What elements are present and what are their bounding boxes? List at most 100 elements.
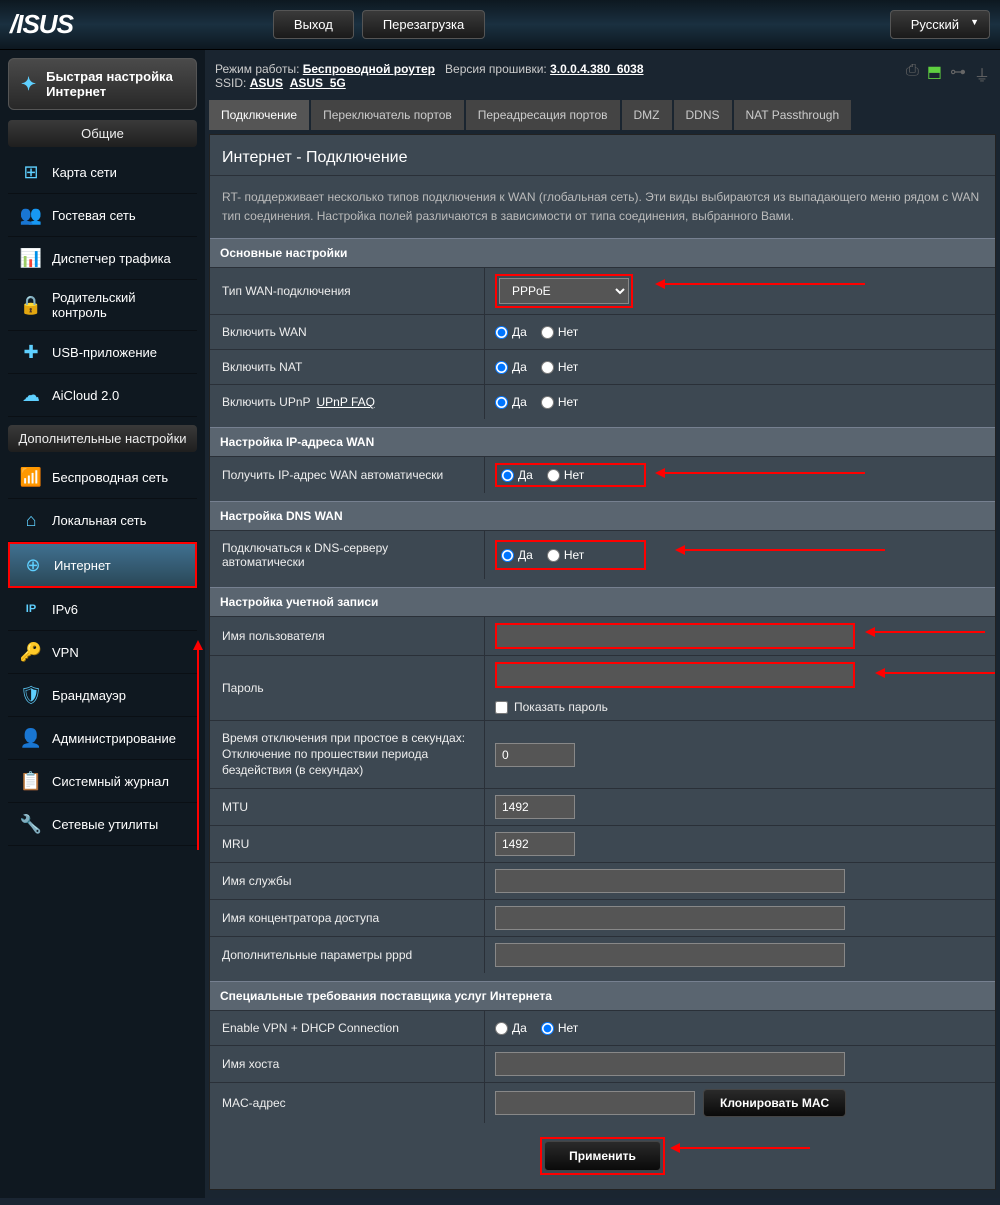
label-auto-dns: Подключаться к DNS-серверу автоматически: [210, 531, 485, 579]
ipv6-icon: IP: [20, 598, 42, 620]
plugin-icon: ✚: [20, 341, 42, 363]
quick-setup-button[interactable]: ✦ Быстрая настройка Интернет: [8, 58, 197, 110]
label-mtu: MTU: [210, 789, 485, 825]
tab-dmz[interactable]: DMZ: [622, 100, 672, 130]
wan-status-icon[interactable]: ⬒: [927, 62, 942, 86]
sidebar-item-internet[interactable]: ⊕Интернет: [8, 542, 197, 588]
log-icon: 📋: [20, 770, 42, 792]
language-select[interactable]: Русский: [890, 10, 990, 39]
sidebar-item-traffic-manager[interactable]: 📊Диспетчер трафика: [8, 237, 197, 280]
annotation-arrow: [875, 631, 985, 633]
usb-icon[interactable]: ⊶: [950, 62, 966, 86]
mac-input[interactable]: [495, 1091, 695, 1115]
tab-ddns[interactable]: DDNS: [674, 100, 732, 130]
show-password-label: Показать пароль: [514, 700, 608, 714]
sidebar-item-parental[interactable]: 🔒Родительский контроль: [8, 280, 197, 331]
info-text: Режим работы: Беспроводной роутер Версия…: [215, 62, 644, 90]
apply-button[interactable]: Применить: [544, 1141, 661, 1171]
qis-label: Быстрая настройка Интернет: [46, 69, 184, 99]
sidebar-item-nettools[interactable]: 🔧Сетевые утилиты: [8, 803, 197, 846]
section-wanip: Настройка IP-адреса WAN: [210, 427, 995, 456]
sidebar-item-vpn[interactable]: 🔑VPN: [8, 631, 197, 674]
auto-dns-no[interactable]: Нет: [547, 548, 584, 562]
section-isp: Специальные требования поставщика услуг …: [210, 981, 995, 1010]
label-enable-wan: Включить WAN: [210, 315, 485, 349]
mtu-input[interactable]: [495, 795, 575, 819]
annotation-arrow: [680, 1147, 810, 1149]
enable-nat-yes[interactable]: Да: [495, 360, 527, 374]
service-input[interactable]: [495, 869, 845, 893]
username-input[interactable]: [495, 623, 855, 649]
section-account: Настройка учетной записи: [210, 587, 995, 616]
pppd-input[interactable]: [495, 943, 845, 967]
section-basic: Основные настройки: [210, 238, 995, 267]
lock-icon: 🔒: [20, 294, 42, 316]
sidebar-item-syslog[interactable]: 📋Системный журнал: [8, 760, 197, 803]
password-input[interactable]: [495, 662, 855, 688]
sidebar-item-lan[interactable]: ⌂Локальная сеть: [8, 499, 197, 542]
general-section-title: Общие: [8, 120, 197, 147]
show-password-checkbox[interactable]: [495, 701, 508, 714]
annotation-arrow: [885, 672, 995, 674]
idle-input[interactable]: [495, 743, 575, 767]
clone-mac-button[interactable]: Клонировать MAC: [703, 1089, 846, 1117]
sidebar-item-network-map[interactable]: ⊞Карта сети: [8, 151, 197, 194]
enable-nat-no[interactable]: Нет: [541, 360, 578, 374]
traffic-icon: 📊: [20, 247, 42, 269]
sidebar-item-wireless[interactable]: 📶Беспроводная сеть: [8, 456, 197, 499]
label-pppd: Дополнительные параметры pppd: [210, 937, 485, 973]
auto-ip-no[interactable]: Нет: [547, 468, 584, 482]
page-title: Интернет - Подключение: [210, 135, 995, 176]
mru-input[interactable]: [495, 832, 575, 856]
annotation-arrow: [665, 472, 865, 474]
tab-connection[interactable]: Подключение: [209, 100, 309, 130]
status-icons: ⎙ ⬒ ⊶ ⏚: [906, 62, 990, 86]
label-mac: MAC-адрес: [210, 1083, 485, 1123]
enable-upnp-yes[interactable]: Да: [495, 395, 527, 409]
sidebar-item-admin[interactable]: 👤Администрирование: [8, 717, 197, 760]
label-vpn-dhcp: Enable VPN + DHCP Connection: [210, 1011, 485, 1045]
logout-button[interactable]: Выход: [273, 10, 354, 39]
upnp-faq-link[interactable]: UPnP FAQ: [317, 395, 375, 409]
sidebar-item-usb-app[interactable]: ✚USB-приложение: [8, 331, 197, 374]
enable-upnp-no[interactable]: Нет: [541, 395, 578, 409]
sidebar-item-aicloud[interactable]: ☁AiCloud 2.0: [8, 374, 197, 417]
ssid1-link[interactable]: ASUS: [250, 76, 283, 90]
auto-dns-yes[interactable]: Да: [501, 548, 533, 562]
label-enable-nat: Включить NAT: [210, 350, 485, 384]
hostname-input[interactable]: [495, 1052, 845, 1076]
reboot-button[interactable]: Перезагрузка: [362, 10, 485, 39]
enable-wan-yes[interactable]: Да: [495, 325, 527, 339]
home-icon: ⌂: [20, 509, 42, 531]
label-idle: Время отключения при простое в секундах:…: [210, 721, 485, 788]
mode-link[interactable]: Беспроводной роутер: [303, 62, 435, 76]
label-concentrator: Имя концентратора доступа: [210, 900, 485, 936]
tab-port-forward[interactable]: Переадресация портов: [466, 100, 620, 130]
wand-icon: ✦: [21, 74, 36, 95]
concentrator-input[interactable]: [495, 906, 845, 930]
annotation-arrow: [197, 650, 199, 850]
ssid2-link[interactable]: ASUS_5G: [290, 76, 346, 90]
auto-ip-yes[interactable]: Да: [501, 468, 533, 482]
cloud-icon: ☁: [20, 384, 42, 406]
vpn-dhcp-no[interactable]: Нет: [541, 1021, 578, 1035]
wan-type-select[interactable]: PPPoE: [499, 278, 629, 304]
tab-port-trigger[interactable]: Переключатель портов: [311, 100, 464, 130]
label-password: Пароль: [210, 656, 485, 720]
annotation-arrow: [665, 283, 865, 285]
sidebar-item-guest-network[interactable]: 👥Гостевая сеть: [8, 194, 197, 237]
internet-status-icon[interactable]: ⏚: [974, 62, 990, 86]
key-icon: 🔑: [20, 641, 42, 663]
section-dns: Настройка DNS WAN: [210, 501, 995, 530]
network-map-icon: ⊞: [20, 161, 42, 183]
shield-icon: 🛡: [20, 684, 42, 706]
fw-link[interactable]: 3.0.0.4.380_6038: [550, 62, 643, 76]
printer-icon[interactable]: ⎙: [906, 62, 919, 86]
sidebar-item-ipv6[interactable]: IPIPv6: [8, 588, 197, 631]
vpn-dhcp-yes[interactable]: Да: [495, 1021, 527, 1035]
sidebar-item-firewall[interactable]: 🛡Брандмауэр: [8, 674, 197, 717]
wifi-icon: 📶: [20, 466, 42, 488]
enable-wan-no[interactable]: Нет: [541, 325, 578, 339]
tab-nat[interactable]: NAT Passthrough: [734, 100, 852, 130]
label-hostname: Имя хоста: [210, 1046, 485, 1082]
